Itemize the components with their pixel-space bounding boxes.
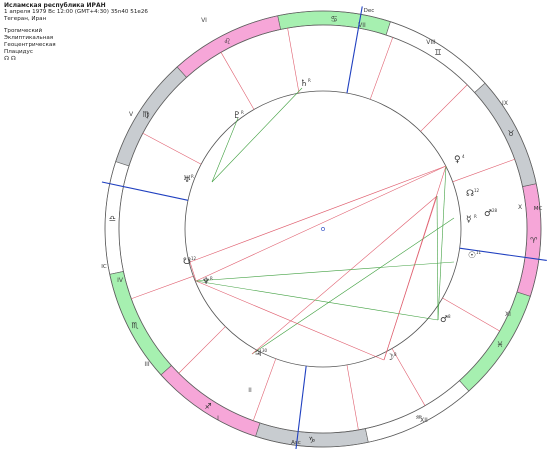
planet-sun-icon: ☉	[468, 251, 476, 261]
planet-mars-icon: ♂	[484, 209, 492, 219]
house-number-III: III	[144, 361, 150, 368]
sign-segment-scorpio	[109, 271, 172, 376]
house-number-X: X	[518, 204, 522, 211]
planet-saturn-icon: ♄	[300, 79, 308, 89]
planet-uranus-icon: ♅	[183, 175, 191, 185]
planet-mercury-icon: ☿	[466, 215, 472, 225]
planet-node-degree: 12	[474, 188, 480, 193]
natal-chart-wheel: ♈♉♊♋♌♍♎♏♐♑♒♓ IIIIIIIVVVIVIIVIIIIXXXIXII …	[101, 6, 547, 449]
planet-pluto-icon: ♇	[233, 111, 241, 121]
planet-mars-degree: 28	[492, 208, 498, 213]
sign-glyph-virgo: ♍	[142, 110, 149, 119]
sign-glyph-pisces: ♓	[496, 340, 503, 349]
planet-venus-degree: 4	[462, 154, 465, 159]
sign-segment-pisces	[459, 291, 531, 392]
sign-segment-taurus	[474, 82, 537, 187]
planet-neptune-degree: R	[210, 276, 213, 281]
planet-uranus-degree: R	[191, 174, 194, 179]
house-number-XII: XII	[420, 417, 428, 424]
house-number-V: V	[129, 111, 134, 118]
sign-segment-leo	[176, 15, 281, 78]
house-cusp-10	[346, 364, 359, 430]
planet-node-icon: ☊	[466, 189, 474, 199]
aspect-circle	[184, 90, 462, 368]
sign-segment-aquarius	[365, 380, 470, 443]
house-number-VI: VI	[201, 17, 207, 24]
planet-jupiter-degree: 30	[262, 348, 268, 353]
sign-glyph-taurus: ♉	[507, 129, 514, 138]
house-cusp-1	[131, 275, 194, 300]
angle-label-mc-dec: Dec	[364, 8, 375, 14]
house-cusp-6	[142, 132, 202, 165]
house-cusp-11	[391, 348, 426, 406]
planet-neptune-icon: ♆	[202, 277, 210, 287]
planet-sun2-degree: 8	[448, 314, 451, 319]
planet-sun2-icon: ♂	[440, 315, 448, 325]
angle-label-asc: Asc	[291, 440, 301, 446]
house-cusp-5	[220, 52, 255, 110]
sign-glyph-aries: ♈	[530, 236, 537, 245]
house-number-XI: XI	[505, 311, 511, 318]
sign-glyph-libra: ♎	[109, 214, 116, 223]
angle-label-ic: IC	[101, 264, 107, 270]
planet-saturn-degree: R	[308, 78, 311, 83]
planet-mercury-degree: R	[474, 214, 477, 219]
house-cusp-7	[452, 158, 515, 183]
planet-jupiter-icon: ♃	[254, 349, 262, 359]
planet-node2-degree: 12	[191, 256, 197, 261]
zodiac-ring: ♈♉♊♋♌♍♎♏♐♑♒♓	[104, 10, 542, 448]
planet-sun-degree: 11	[476, 250, 482, 255]
sign-glyph-capricorn: ♑	[308, 436, 315, 445]
sign-glyph-cancer: ♋	[330, 14, 337, 23]
house-number-IX: IX	[502, 100, 508, 107]
sign-segment-gemini	[385, 21, 486, 93]
house-cusp-2	[178, 326, 226, 374]
sign-glyph-scorpio: ♏	[131, 321, 139, 330]
sign-glyph-gemini: ♊	[434, 48, 441, 57]
planet-node2-icon: ☋	[183, 257, 191, 267]
planet-venus-icon: ♀	[454, 155, 461, 165]
sign-glyph-leo: ♌	[224, 37, 231, 46]
house-cusp-3	[252, 358, 277, 421]
house-number-II: II	[248, 387, 252, 394]
house-number-VIII: VIII	[426, 39, 436, 46]
house-cusp-4	[287, 28, 300, 94]
house-number-I: I	[217, 415, 219, 422]
house-number-IV: IV	[117, 277, 124, 284]
house-cusp-9	[369, 37, 394, 100]
sign-glyph-sagittarius: ♐	[204, 402, 211, 411]
house-cusp-8	[420, 84, 468, 132]
house-cusp-12	[442, 297, 500, 332]
sign-segment-sagittarius	[160, 365, 261, 437]
angle-label-mc: MC	[534, 206, 543, 212]
planet-pluto-degree: R	[241, 110, 244, 115]
planet-moon-icon: ☽	[386, 353, 394, 363]
sign-segment-virgo	[115, 66, 187, 167]
